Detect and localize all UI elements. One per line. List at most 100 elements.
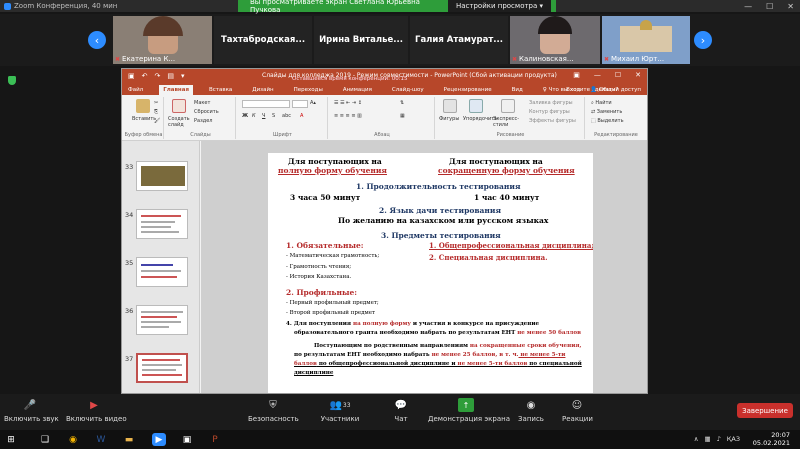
chat-button[interactable]: 💬 Чат	[390, 398, 412, 424]
end-meeting-button[interactable]: Завершение	[737, 403, 793, 418]
tab-file[interactable]: Файл	[124, 85, 147, 95]
minimize-icon[interactable]: —	[744, 2, 752, 11]
photos-icon[interactable]: ▣	[180, 433, 194, 446]
record-button[interactable]: ◉ Запись	[516, 398, 546, 424]
tab-insert[interactable]: Вставка	[205, 85, 236, 95]
cut-icon[interactable]: ✂	[154, 100, 158, 106]
shape-fill-button[interactable]: Заливка фигуры	[529, 100, 573, 106]
layout-button[interactable]: Макет	[194, 100, 210, 106]
participant-tile[interactable]: ✖ Калиновская...	[510, 16, 600, 64]
underline-button[interactable]: Ч	[262, 113, 265, 119]
font-color-icon[interactable]: A	[300, 113, 303, 119]
grow-font-icon[interactable]: A▴	[310, 100, 316, 106]
tab-slideshow[interactable]: Слайд-шоу	[388, 85, 428, 95]
maximize-icon[interactable]: ☐	[615, 71, 621, 79]
clock[interactable]: 20:07 05.02.2021	[753, 431, 790, 447]
zoom-taskbar-icon[interactable]: ▶	[152, 433, 166, 446]
shapes-button[interactable]: Фигуры	[439, 116, 459, 122]
save-icon[interactable]: ▣	[128, 72, 135, 80]
align-icons[interactable]: ≡ ≡ ≡ ≡ ▥	[334, 113, 362, 119]
tab-view[interactable]: Вид	[508, 85, 527, 95]
prev-page-button[interactable]: ‹	[88, 31, 106, 49]
share-screen-button[interactable]: ↑ Демонстрация экрана	[428, 398, 510, 423]
participant-tile[interactable]: Галия Атамурат...	[410, 16, 508, 64]
record-icon: ◉	[526, 399, 536, 411]
font-name-input[interactable]	[242, 100, 290, 108]
chevron-up-icon[interactable]: ∧	[694, 435, 699, 443]
shapes-icon[interactable]	[443, 99, 457, 113]
quick-styles-button[interactable]: Экспресс-стили	[493, 116, 527, 128]
file-explorer-icon[interactable]: ▬	[122, 433, 136, 446]
italic-button[interactable]: К	[252, 113, 256, 119]
copy-icon[interactable]: ⎘	[154, 109, 158, 115]
redo-icon[interactable]: ↷	[155, 72, 161, 80]
slide-head-right-1: Для поступающих на	[449, 157, 543, 166]
share-button[interactable]: 👤 Общий доступ	[590, 87, 641, 93]
participants-button[interactable]: 👥 33 Участники	[318, 398, 362, 424]
tab-home[interactable]: Главная	[159, 85, 193, 95]
reset-button[interactable]: Сбросить	[194, 109, 219, 115]
start-video-button[interactable]: ▶ Включить видео	[66, 398, 127, 424]
tab-design[interactable]: Дизайн	[248, 85, 277, 95]
quick-styles-icon[interactable]	[501, 99, 515, 113]
ribbon-options-icon[interactable]: ▣	[573, 71, 580, 79]
windows-start-icon[interactable]: ⊞	[4, 433, 18, 446]
current-slide[interactable]: Для поступающих на полную форму обучения…	[268, 153, 593, 393]
signin-link[interactable]: Вход	[566, 87, 580, 93]
minimize-icon[interactable]: —	[594, 71, 601, 79]
view-options-button[interactable]: Настройки просмотра ▾	[448, 0, 552, 12]
section-button[interactable]: Раздел	[194, 118, 212, 124]
find-button[interactable]: ⌕ Найти	[591, 100, 612, 106]
tab-transitions[interactable]: Переходы	[290, 85, 327, 95]
bold-button[interactable]: Ж	[242, 113, 248, 119]
security-shield-icon[interactable]	[8, 76, 16, 85]
paste-button[interactable]: Вставить	[132, 116, 156, 122]
bullets-icon[interactable]: ☰ ☰ ⇤ ⇥ ↕	[334, 100, 362, 106]
shadow-button[interactable]: S	[272, 113, 275, 119]
close-icon[interactable]: ✕	[635, 71, 641, 79]
next-page-button[interactable]: ›	[694, 31, 712, 49]
select-button[interactable]: ⬚ Выделить	[591, 118, 624, 124]
shape-effects-button[interactable]: Эффекты фигуры	[529, 118, 576, 124]
participant-tile[interactable]: Ирина Виталье...	[314, 16, 408, 64]
chrome-icon[interactable]: ◉	[66, 433, 80, 446]
font-size-input[interactable]	[292, 100, 308, 108]
slide-thumbnail[interactable]	[136, 209, 188, 239]
security-button[interactable]: ⛨ Безопасность	[248, 398, 299, 424]
paste-icon[interactable]	[136, 99, 150, 113]
tab-animations[interactable]: Анимация	[339, 85, 376, 95]
new-slide-icon[interactable]	[172, 99, 186, 113]
zoom-titlebar: Zoom Конференция, 40 мин Вы просматривае…	[0, 0, 800, 14]
participant-tile[interactable]: ✖ Михаил Юрт...	[602, 16, 690, 64]
unmute-button[interactable]: 🎤 Включить звук	[4, 398, 59, 424]
word-icon[interactable]: W	[94, 433, 108, 446]
network-icon[interactable]: ▦	[704, 435, 710, 443]
participant-tile[interactable]: ✖ Екатерина К...	[113, 16, 212, 64]
customize-qat-icon[interactable]: ▾	[181, 72, 185, 80]
undo-icon[interactable]: ↶	[142, 72, 148, 80]
close-icon[interactable]: ✕	[787, 2, 794, 11]
smartart-icon[interactable]: ▦	[400, 113, 405, 119]
zoom-meeting-window: Zoom Конференция, 40 мин Вы просматривае…	[0, 0, 800, 449]
replace-button[interactable]: ⇄ Заменить	[591, 109, 622, 115]
slide-thumbnail[interactable]	[136, 257, 188, 287]
tab-review[interactable]: Рецензирование	[440, 85, 496, 95]
participant-tile[interactable]: Тахтабродская...	[214, 16, 312, 64]
char-spacing-button[interactable]: abc	[282, 113, 291, 119]
task-view-icon[interactable]: ❑	[38, 433, 52, 446]
slide-thumbnail[interactable]	[136, 305, 188, 335]
slide-thumbnail[interactable]	[136, 161, 188, 191]
volume-icon[interactable]: ♪	[717, 435, 721, 443]
shape-outline-button[interactable]: Контур фигуры	[529, 109, 570, 115]
maximize-icon[interactable]: ☐	[766, 2, 773, 11]
mic-muted-icon: ✖	[512, 55, 518, 63]
text-direction-icon[interactable]: ⇅	[400, 100, 404, 106]
powerpoint-icon[interactable]: P	[208, 433, 222, 446]
input-language[interactable]: ҚАЗ	[727, 435, 740, 443]
slide-thumbnail-selected[interactable]	[136, 353, 188, 383]
arrange-icon[interactable]	[469, 99, 483, 113]
format-painter-icon[interactable]: 🖌	[154, 118, 160, 124]
mandatory-heading: 1. Обязательные:	[286, 241, 364, 250]
start-slideshow-icon[interactable]: ▤	[167, 72, 174, 80]
reactions-button[interactable]: ☺ Реакции	[562, 398, 593, 424]
